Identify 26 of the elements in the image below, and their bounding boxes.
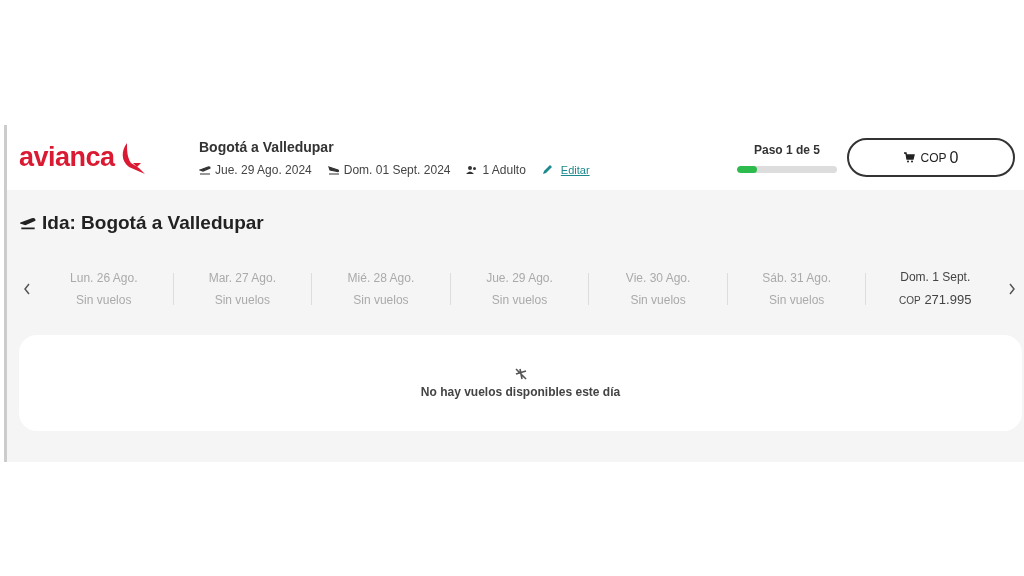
- edit-link[interactable]: Editar: [560, 163, 590, 176]
- landing-icon: [327, 164, 340, 175]
- date-tab[interactable]: Sáb. 31 Ago. Sin vuelos: [727, 270, 866, 307]
- logo-wordmark: avianca: [19, 142, 115, 173]
- cart-button[interactable]: COP 0: [847, 138, 1015, 177]
- chevron-left-icon: [23, 282, 31, 295]
- passenger-count: 1 Adulto: [482, 162, 526, 177]
- date-tab[interactable]: Vie. 30 Ago. Sin vuelos: [589, 270, 727, 307]
- empty-message: No hay vuelos disponibles este día: [420, 385, 621, 399]
- people-icon: [466, 164, 479, 175]
- date-tab[interactable]: Jue. 29 Ago. Sin vuelos: [450, 270, 589, 307]
- no-flight-icon: [513, 367, 528, 381]
- date-tab[interactable]: Mar. 27 Ago. Sin vuelos: [173, 270, 312, 307]
- date-tab[interactable]: Lun. 26 Ago. Sin vuelos: [35, 270, 173, 307]
- cart-icon: [903, 152, 915, 163]
- departure-date: Jue. 29 Ago. 2024: [215, 162, 312, 177]
- takeoff-icon: [199, 164, 211, 175]
- return-date: Dom. 01 Sept. 2024: [343, 162, 451, 177]
- date-tab[interactable]: Dom. 1 Sept. COP 271.995: [866, 270, 1005, 307]
- pencil-icon: [541, 164, 553, 175]
- chevron-right-icon: [1008, 282, 1017, 295]
- route-title: Bogotá a Valledupar: [199, 138, 335, 155]
- date-tab[interactable]: Mié. 28 Ago. Sin vuelos: [312, 270, 450, 307]
- section-title: Ida: Bogotá a Valledupar: [42, 212, 264, 234]
- step-label: Paso 1 de 5: [753, 142, 820, 157]
- takeoff-icon: [20, 216, 36, 230]
